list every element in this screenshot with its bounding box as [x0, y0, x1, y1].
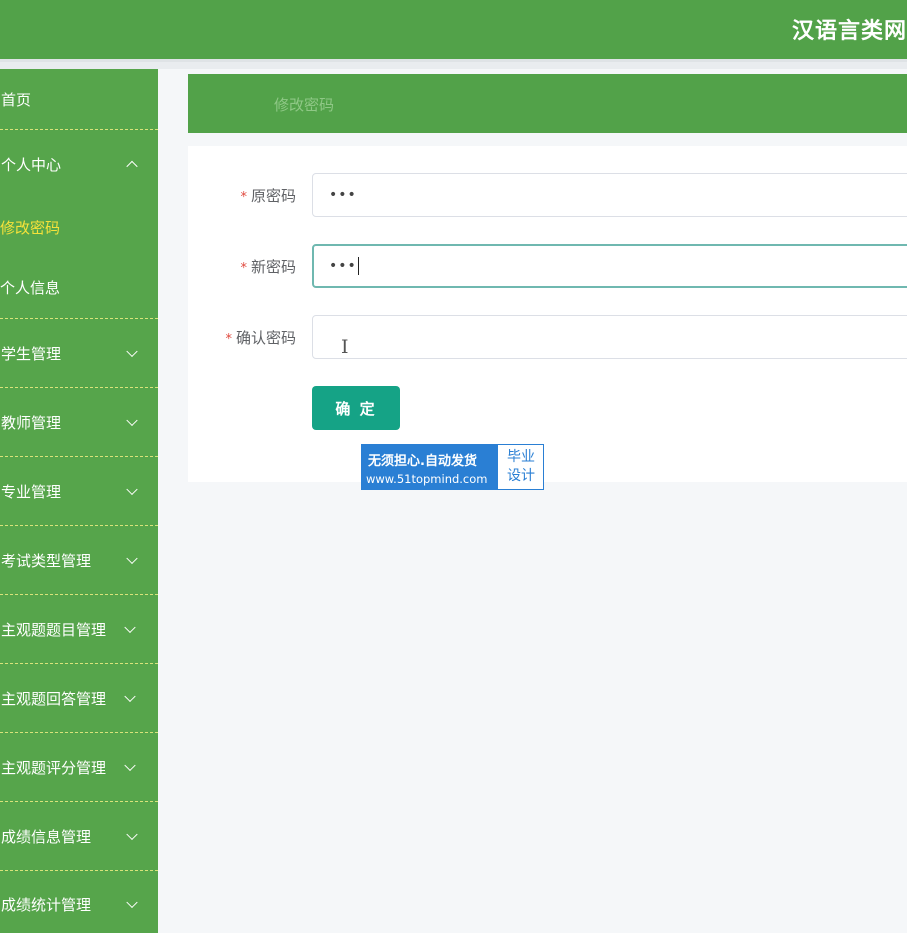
required-mark: * — [240, 190, 247, 205]
sidebar-item-change-password[interactable]: 修改密码 — [0, 197, 158, 257]
chevron-down-icon — [126, 483, 138, 496]
sidebar-item-subjective-answer-management[interactable]: 主观题回答管理 — [0, 664, 158, 732]
required-mark: * — [225, 332, 232, 347]
field-label-text: 原密码 — [250, 187, 296, 205]
watermark-line2: www.51topmind.com — [366, 472, 488, 486]
confirm-button[interactable]: 确 定 — [312, 386, 400, 430]
sidebar-item-personal-info[interactable]: 个人信息 — [0, 257, 158, 317]
chevron-down-icon — [124, 621, 136, 634]
new-password-input[interactable]: ••• — [312, 244, 907, 288]
old-password-label: * 原密码 — [240, 185, 296, 206]
field-label-text: 确认密码 — [235, 329, 296, 347]
text-caret — [357, 257, 359, 275]
field-value: ••• — [329, 187, 357, 203]
change-password-form: * 原密码 ••• * 新密码 ••• * 确认密码 I 确 定 — [188, 146, 907, 482]
sidebar-item-label: 成绩统计管理 — [1, 895, 92, 914]
sidebar-item-score-statistics-management[interactable]: 成绩统计管理 — [0, 871, 158, 933]
sidebar-item-subjective-question-management[interactable]: 主观题题目管理 — [0, 595, 158, 663]
sidebar-item-label: 首页 — [1, 90, 32, 109]
breadcrumb-current: 修改密码 — [274, 96, 335, 114]
chevron-down-icon — [126, 345, 138, 358]
watermark-badge-line2: 设计 — [507, 468, 535, 484]
ibeam-cursor-icon: I — [341, 336, 350, 358]
sidebar-item-label: 学生管理 — [1, 344, 62, 363]
watermark-text-block: 无须担心.自动发货 www.51topmind.com — [362, 445, 498, 489]
form-row-confirm-password: * 确认密码 I — [188, 315, 907, 359]
chevron-down-icon — [124, 690, 136, 703]
watermark-line1: 无须担心.自动发货 — [368, 454, 477, 469]
sidebar-item-label: 教师管理 — [1, 413, 62, 432]
sidebar-item-personal-center[interactable]: 个人中心 — [0, 131, 158, 197]
confirm-password-label: * 确认密码 — [225, 327, 296, 348]
sidebar-item-student-management[interactable]: 学生管理 — [0, 319, 158, 387]
breadcrumb: 修改密码 — [188, 74, 907, 133]
sidebar-item-label: 主观题回答管理 — [1, 689, 107, 708]
watermark-badge: 毕业 设计 — [498, 445, 544, 489]
watermark-badge-line1: 毕业 — [507, 449, 535, 465]
sidebar-item-label: 个人中心 — [1, 155, 62, 174]
sidebar-item-major-management[interactable]: 专业管理 — [0, 457, 158, 525]
sidebar-item-label: 修改密码 — [0, 218, 61, 237]
sidebar-item-exam-type-management[interactable]: 考试类型管理 — [0, 526, 158, 594]
required-mark: * — [240, 261, 247, 276]
chevron-down-icon — [126, 896, 138, 909]
sidebar-item-subjective-scoring-management[interactable]: 主观题评分管理 — [0, 733, 158, 801]
sidebar-item-home[interactable]: 首页 — [0, 69, 158, 129]
header-divider — [0, 62, 907, 69]
sidebar: 首页 个人中心 修改密码 个人信息 学生管理 教师管理 专业管理 考试类型管理 … — [0, 69, 158, 933]
confirm-password-input[interactable]: I — [312, 315, 907, 359]
field-value: ••• — [329, 258, 357, 274]
sidebar-item-score-info-management[interactable]: 成绩信息管理 — [0, 802, 158, 870]
watermark-logo: 无须担心.自动发货 www.51topmind.com 毕业 设计 — [361, 444, 544, 490]
sidebar-item-label: 个人信息 — [0, 278, 61, 297]
chevron-down-icon — [124, 759, 136, 772]
sidebar-item-label: 主观题评分管理 — [1, 758, 107, 777]
form-row-new-password: * 新密码 ••• — [188, 244, 907, 288]
old-password-input[interactable]: ••• — [312, 173, 907, 217]
chevron-down-icon — [126, 828, 138, 841]
sidebar-item-label: 成绩信息管理 — [1, 827, 92, 846]
sidebar-item-teacher-management[interactable]: 教师管理 — [0, 388, 158, 456]
chevron-up-icon — [126, 160, 138, 173]
top-header: 汉语言类网 — [0, 0, 907, 62]
sidebar-item-label: 主观题题目管理 — [1, 620, 107, 639]
field-label-text: 新密码 — [250, 258, 296, 276]
form-row-old-password: * 原密码 ••• — [188, 173, 907, 217]
sidebar-divider — [0, 129, 158, 130]
chevron-down-icon — [126, 414, 138, 427]
chevron-down-icon — [126, 552, 138, 565]
new-password-label: * 新密码 — [240, 256, 296, 277]
sidebar-item-label: 考试类型管理 — [1, 551, 92, 570]
app-title: 汉语言类网 — [792, 19, 907, 44]
sidebar-item-label: 专业管理 — [1, 482, 62, 501]
